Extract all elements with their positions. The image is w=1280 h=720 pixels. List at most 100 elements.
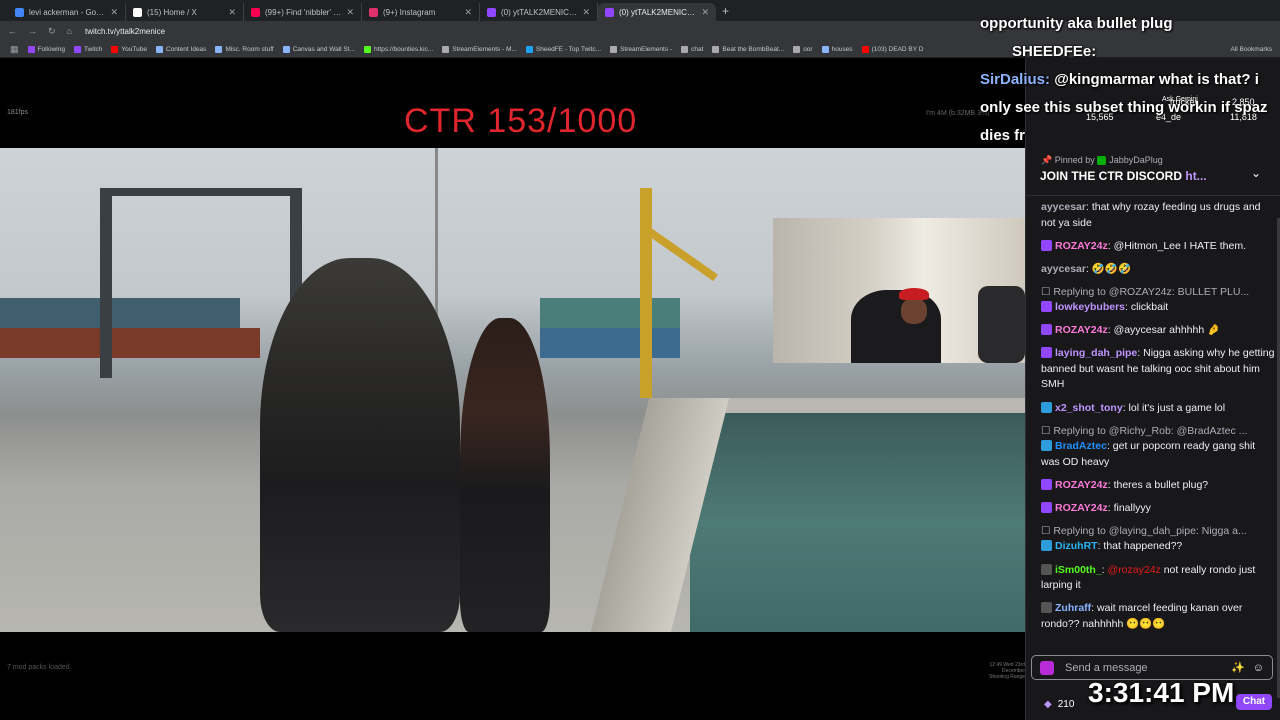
chat-badge-icon[interactable] [1041, 401, 1052, 413]
character-male [260, 258, 460, 632]
chat-message[interactable]: ayycesar: that why rozay feeding us drug… [1041, 200, 1276, 231]
close-icon[interactable]: ✕ [582, 7, 590, 18]
emote-icon[interactable]: ☺ [1253, 662, 1264, 674]
bookmark-item[interactable]: Canvas and Wall St... [282, 45, 355, 53]
chat-badge-icon[interactable] [1041, 540, 1052, 552]
channel-points-icon[interactable]: ◆ [1044, 699, 1052, 710]
favicon-icon [15, 7, 24, 17]
chat-message[interactable]: laying_dah_pipe: Nigga asking why he get… [1041, 346, 1276, 393]
bookmark-item[interactable]: Beat the BombBeat... [712, 45, 784, 53]
chat-message[interactable]: x2_shot_tony: lol it's just a game lol [1041, 401, 1276, 417]
bookmark-item[interactable]: Content Ideas [155, 45, 206, 53]
browser-tab[interactable]: (0) ytTALK2MENICE - Twitch ✕ [480, 3, 598, 21]
bookmark-item[interactable]: StreamElements - M... [442, 45, 517, 53]
chat-badge-icon[interactable] [1041, 239, 1052, 251]
chat-message[interactable]: ☐ Replying to @ROZAY24z: BULLET PLU... lo… [1041, 285, 1276, 316]
chat-message[interactable]: iSm00th_: @rozay24z not really rondo jus… [1041, 563, 1276, 594]
chat-badge-icon[interactable] [1041, 478, 1052, 490]
chat-badge-icon[interactable] [1041, 501, 1052, 513]
pinned-message[interactable]: 📌 Pinned by JabbyDaPlug JOIN THE CTR DIS… [1026, 150, 1280, 196]
chat-message[interactable]: ROZAY24z: finallyyy [1041, 501, 1276, 517]
browser-tab[interactable]: levi ackerman - Google Search ✕ [8, 3, 126, 21]
bookmark-label: Following [37, 45, 65, 53]
chat-identity-icon[interactable] [1040, 660, 1054, 675]
browser-tab[interactable]: (9+) Instagram ✕ [362, 3, 480, 21]
back-icon[interactable]: ← [8, 26, 17, 36]
reply-context[interactable]: ☐ Replying to @Richy_Rob: @BradAztec ... [1041, 424, 1276, 440]
apps-icon[interactable]: ▦ [10, 44, 19, 55]
bookmark-item[interactable]: Following [27, 45, 65, 53]
chat-message[interactable]: ROZAY24z: @Hitmon_Lee I HATE them. [1041, 239, 1276, 255]
chat-username[interactable]: laying_dah_pipe [1055, 347, 1137, 359]
container-stack [0, 298, 240, 328]
video-player[interactable]: 181fps CTR 153/1000 I'm 4M (b:32MB 3%) 7… [0, 58, 1025, 720]
chat-username[interactable]: x2_shot_tony [1055, 402, 1123, 414]
chat-username[interactable]: ROZAY24z [1055, 502, 1108, 514]
tab-title: (0) ytTALK2MENICE - Twitch [619, 7, 696, 17]
home-icon[interactable]: ⌂ [67, 26, 72, 36]
url-field[interactable]: twitch.tv/yttalk2menice [85, 27, 165, 36]
bookmark-item[interactable]: SheedFE - Top Twitc... [525, 45, 601, 53]
channel-points-value[interactable]: 210 [1058, 699, 1075, 710]
pinned-text: JOIN THE CTR DISCORD ht... [1040, 169, 1207, 183]
chat-badge-icon[interactable] [1041, 347, 1052, 359]
reply-context[interactable]: ☐ Replying to @ROZAY24z: BULLET PLU... [1041, 285, 1276, 301]
bookmark-item[interactable]: Twitch [73, 45, 102, 53]
crane-arm [100, 188, 300, 196]
chat-badge-icon[interactable] [1041, 602, 1052, 614]
chat-username[interactable]: Zuhraff [1055, 602, 1091, 614]
chat-username[interactable]: ROZAY24z [1055, 479, 1108, 491]
browser-tab[interactable]: (99+) Find 'nibbler' on TikTok | T ✕ [244, 3, 362, 21]
chat-send-button[interactable]: Chat [1236, 694, 1272, 710]
chat-panel: 📌 Pinned by JabbyDaPlug JOIN THE CTR DIS… [1025, 58, 1280, 720]
bookmark-icon [111, 45, 119, 53]
chat-text: lol it's just a game lol [1128, 401, 1226, 414]
chat-username[interactable]: ayycesar [1041, 263, 1086, 275]
chat-text: clickbait [1130, 301, 1169, 314]
chat-message[interactable]: Zuhraff: wait marcel feeding kanan over … [1041, 601, 1276, 632]
bookmark-item[interactable]: Misc. Room stuff [215, 45, 274, 53]
close-icon[interactable]: ✕ [228, 7, 236, 18]
chat-message[interactable]: ☐ Replying to @laying_dah_pipe: Nigga a.… [1041, 524, 1276, 555]
chat-badge-icon[interactable] [1041, 324, 1052, 336]
bookmark-item[interactable]: YouTube [111, 45, 147, 53]
favicon-icon [251, 7, 260, 17]
new-tab-icon[interactable]: + [722, 4, 729, 18]
close-icon[interactable]: ✕ [346, 7, 354, 18]
bookmark-item[interactable]: chat [681, 45, 703, 53]
chat-username[interactable]: ayycesar [1041, 201, 1086, 213]
chat-username[interactable]: ROZAY24z [1055, 240, 1108, 252]
bookmark-item[interactable]: oor [793, 45, 813, 53]
chat-message[interactable]: ROZAY24z: @ayycesar ahhhhh 🤌 [1041, 323, 1276, 339]
bookmark-item[interactable]: StreamElements - [610, 45, 672, 53]
bookmark-item[interactable]: houses [821, 45, 853, 53]
reply-icon: ☐ [1041, 424, 1051, 437]
browser-tab[interactable]: (0) ytTALK2MENICE - Twitch ✕ [598, 3, 716, 21]
chevron-down-icon[interactable]: ⌄ [1251, 166, 1261, 180]
reply-context[interactable]: ☐ Replying to @laying_dah_pipe: Nigga a.… [1041, 524, 1276, 540]
chat-message[interactable]: ayycesar: 🤣🤣🤣 [1041, 262, 1276, 278]
chat-username[interactable]: iSm00th_ [1055, 564, 1102, 576]
close-icon[interactable]: ✕ [464, 7, 472, 18]
chat-username[interactable]: lowkeybubers [1055, 301, 1125, 313]
streamer-body [851, 290, 941, 363]
chat-message[interactable]: ROZAY24z: theres a bullet plug? [1041, 478, 1276, 494]
chat-username[interactable]: ROZAY24z [1055, 324, 1108, 336]
chat-message[interactable]: ☐ Replying to @Richy_Rob: @BradAztec ...… [1041, 424, 1276, 471]
bookmark-item[interactable]: https://bounties.kic... [363, 45, 433, 53]
chat-input-placeholder[interactable]: Send a message [1065, 662, 1223, 674]
close-icon[interactable]: ✕ [701, 7, 709, 18]
chat-username[interactable]: DizuhRT [1055, 540, 1098, 552]
browser-tab[interactable]: (15) Home / X ✕ [126, 3, 244, 21]
celebrate-icon[interactable]: ✨ [1231, 661, 1245, 674]
chat-badge-icon[interactable] [1041, 301, 1052, 313]
chat-username[interactable]: BradAztec [1055, 440, 1107, 452]
pinned-link[interactable]: ht... [1185, 169, 1206, 183]
bookmark-label: houses [831, 45, 853, 53]
forward-icon[interactable]: → [28, 26, 37, 36]
chat-badge-icon[interactable] [1041, 440, 1052, 452]
reload-icon[interactable]: ↻ [48, 26, 56, 37]
bookmark-item[interactable]: (103) DEAD BY D [861, 45, 923, 53]
chat-badge-icon[interactable] [1041, 563, 1052, 575]
close-icon[interactable]: ✕ [110, 7, 118, 18]
